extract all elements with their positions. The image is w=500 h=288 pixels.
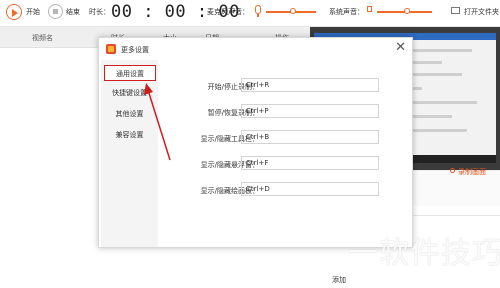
start-label[interactable]: 开始	[26, 7, 40, 17]
start-record-button[interactable]	[6, 4, 22, 20]
record-window-icon	[450, 168, 455, 173]
duration-label: 时长：	[89, 8, 110, 16]
speaker-icon[interactable]	[367, 6, 372, 12]
microphone-stand	[257, 14, 259, 17]
column-video-name[interactable]: 视频名	[32, 33, 53, 43]
system-volume-knob[interactable]	[404, 8, 410, 14]
sidebar-item-general[interactable]: 通用设置	[104, 65, 156, 81]
sidebar-item-shortcuts[interactable]: 快捷键设置	[101, 85, 158, 101]
shortcut-input-toolbar[interactable]: Ctrl+B	[241, 130, 379, 144]
play-icon	[12, 8, 18, 17]
settings-dialog: 更多设置 ✕ 通用设置 快捷键设置 其他设置 兼容设置 开始/停止录制： Ctr…	[98, 37, 413, 248]
mic-label: 麦克风声音：	[207, 8, 249, 16]
stop-label[interactable]: 结束	[66, 7, 80, 17]
add-button[interactable]: 添加	[332, 275, 346, 285]
settings-sidebar: 通用设置 快捷键设置 其他设置 兼容设置	[101, 60, 158, 247]
shortcut-input-start-stop[interactable]: Ctrl+R	[241, 78, 379, 92]
microphone-icon[interactable]	[255, 5, 261, 14]
stop-record-button[interactable]	[48, 4, 63, 19]
record-window-button[interactable]: 录制画面	[458, 167, 486, 177]
close-icon[interactable]: ✕	[395, 40, 406, 55]
watermark-text: 一软件技巧	[348, 236, 500, 271]
top-toolbar: 开始 结束 时长： 00 : 00 : 00 麦克风声音： 系统声音： 打开文件…	[0, 0, 500, 27]
sidebar-item-other[interactable]: 其他设置	[101, 106, 158, 122]
dialog-titlebar: 更多设置 ✕	[99, 38, 412, 60]
dialog-title: 更多设置	[121, 46, 149, 54]
mic-volume-knob[interactable]	[290, 8, 296, 14]
stop-icon	[53, 9, 58, 14]
system-sound-label: 系统声音：	[329, 8, 364, 16]
app-logo-icon	[106, 44, 116, 54]
open-folder-label[interactable]: 打开文件夹	[464, 7, 499, 17]
shortcut-input-floating-window[interactable]: Ctrl+F	[241, 156, 379, 170]
sidebar-item-compatibility[interactable]: 兼容设置	[101, 127, 158, 143]
shortcut-input-drawing-board[interactable]: Ctrl+D	[241, 182, 379, 196]
folder-icon[interactable]	[451, 7, 460, 14]
shortcut-input-pause-resume[interactable]: Ctrl+P	[241, 104, 379, 118]
